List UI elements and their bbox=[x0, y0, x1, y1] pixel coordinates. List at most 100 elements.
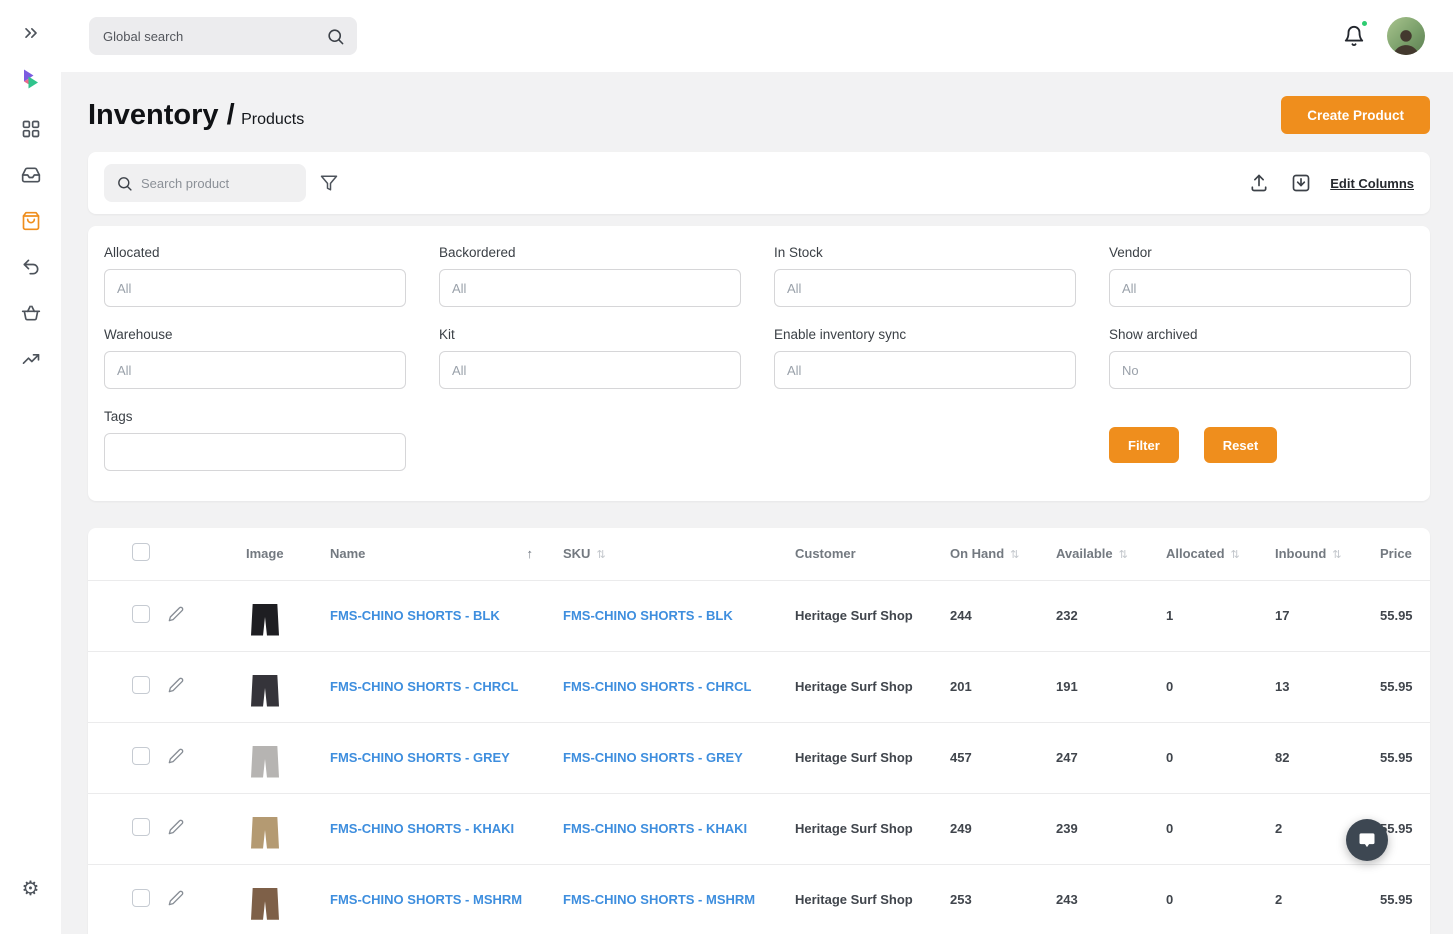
toolbar-actions: Edit Columns bbox=[1246, 170, 1414, 196]
column-header-on-hand[interactable]: On Hand⇅ bbox=[950, 528, 1056, 580]
product-sku-link[interactable]: FMS-CHINO SHORTS - MSHRM bbox=[563, 892, 755, 907]
product-name-link[interactable]: FMS-CHINO SHORTS - CHRCL bbox=[330, 679, 519, 694]
row-checkbox[interactable] bbox=[132, 889, 150, 907]
filter-panel: Allocated Backordered In Stock Vendor Wa… bbox=[88, 226, 1430, 501]
gear-icon: ⚙ bbox=[22, 879, 40, 899]
import-button[interactable] bbox=[1288, 170, 1314, 196]
filter-toggle-button[interactable] bbox=[320, 174, 338, 192]
pencil-icon bbox=[168, 748, 184, 764]
product-sku-link[interactable]: FMS-CHINO SHORTS - BLK bbox=[563, 608, 733, 623]
product-name-link[interactable]: FMS-CHINO SHORTS - GREY bbox=[330, 750, 510, 765]
pencil-icon bbox=[168, 890, 184, 906]
price-cell: 55.95 bbox=[1380, 793, 1430, 864]
products-table-card: Image Name↑ SKU⇅ Customer On Hand⇅ Avail… bbox=[88, 528, 1430, 934]
row-checkbox[interactable] bbox=[132, 605, 150, 623]
product-sku-link[interactable]: FMS-CHINO SHORTS - KHAKI bbox=[563, 821, 747, 836]
page-header: Inventory / Products Create Product bbox=[88, 96, 1430, 134]
row-checkbox[interactable] bbox=[132, 818, 150, 836]
column-header-sku[interactable]: SKU⇅ bbox=[563, 528, 795, 580]
kit-filter-input[interactable] bbox=[439, 351, 741, 389]
sidebar-item-inventory[interactable] bbox=[18, 208, 44, 234]
backordered-filter-input[interactable] bbox=[439, 269, 741, 307]
available-cell: 243 bbox=[1056, 864, 1166, 934]
price-cell: 55.95 bbox=[1380, 864, 1430, 934]
product-name-link[interactable]: FMS-CHINO SHORTS - BLK bbox=[330, 608, 500, 623]
sidebar-item-dashboard[interactable] bbox=[18, 116, 44, 142]
sidebar-expand-button[interactable] bbox=[18, 20, 44, 46]
row-checkbox[interactable] bbox=[132, 747, 150, 765]
table-row: FMS-CHINO SHORTS - MSHRM FMS-CHINO SHORT… bbox=[88, 864, 1430, 934]
sort-icon: ⇅ bbox=[1119, 549, 1128, 561]
column-header-available[interactable]: Available⇅ bbox=[1056, 528, 1166, 580]
product-sku-link[interactable]: FMS-CHINO SHORTS - GREY bbox=[563, 750, 743, 765]
create-product-button[interactable]: Create Product bbox=[1281, 96, 1430, 134]
page-subtitle: Products bbox=[241, 111, 304, 128]
on-hand-cell: 249 bbox=[950, 793, 1056, 864]
pencil-icon bbox=[168, 606, 184, 622]
column-header-customer: Customer bbox=[795, 528, 950, 580]
app-logo[interactable] bbox=[18, 66, 44, 92]
product-search[interactable] bbox=[104, 164, 306, 202]
column-header-allocated[interactable]: Allocated⇅ bbox=[1166, 528, 1275, 580]
product-name-link[interactable]: FMS-CHINO SHORTS - MSHRM bbox=[330, 892, 522, 907]
product-thumbnail bbox=[250, 809, 280, 849]
chat-bubble-icon bbox=[1357, 830, 1377, 850]
notifications-button[interactable] bbox=[1339, 21, 1369, 51]
column-header-name[interactable]: Name↑ bbox=[330, 528, 563, 580]
allocated-cell: 1 bbox=[1166, 580, 1275, 651]
download-box-icon bbox=[1291, 173, 1311, 193]
customer-cell: Heritage Surf Shop bbox=[795, 722, 950, 793]
filter-reset-button[interactable]: Reset bbox=[1204, 427, 1277, 463]
export-button[interactable] bbox=[1246, 170, 1272, 196]
filter-label: Enable inventory sync bbox=[774, 327, 1076, 342]
inventory-sync-filter-input[interactable] bbox=[774, 351, 1076, 389]
filter-label: Warehouse bbox=[104, 327, 406, 342]
sidebar-item-purchases[interactable] bbox=[18, 300, 44, 326]
allocated-cell: 0 bbox=[1166, 864, 1275, 934]
sidebar-item-returns[interactable] bbox=[18, 254, 44, 280]
product-thumbnail bbox=[250, 738, 280, 778]
product-search-input[interactable] bbox=[141, 176, 294, 191]
edit-product-button[interactable] bbox=[168, 890, 184, 906]
edit-product-button[interactable] bbox=[168, 748, 184, 764]
filter-field-backordered: Backordered bbox=[439, 245, 741, 307]
filter-label: Backordered bbox=[439, 245, 741, 260]
tags-filter-input[interactable] bbox=[104, 433, 406, 471]
in-stock-filter-input[interactable] bbox=[774, 269, 1076, 307]
product-thumbnail bbox=[250, 880, 280, 920]
product-sku-link[interactable]: FMS-CHINO SHORTS - CHRCL bbox=[563, 679, 752, 694]
chat-widget-button[interactable] bbox=[1346, 819, 1388, 861]
upload-icon bbox=[1249, 173, 1269, 193]
edit-product-button[interactable] bbox=[168, 606, 184, 622]
main-area: Inventory / Products Create Product bbox=[61, 0, 1453, 934]
show-archived-filter-input[interactable] bbox=[1109, 351, 1411, 389]
on-hand-cell: 244 bbox=[950, 580, 1056, 651]
column-header-inbound[interactable]: Inbound⇅ bbox=[1275, 528, 1380, 580]
user-avatar[interactable] bbox=[1387, 17, 1425, 55]
sidebar-item-reports[interactable] bbox=[18, 346, 44, 372]
filter-field-warehouse: Warehouse bbox=[104, 327, 406, 389]
sort-icon: ⇅ bbox=[1231, 549, 1240, 561]
on-hand-cell: 457 bbox=[950, 722, 1056, 793]
edit-columns-link[interactable]: Edit Columns bbox=[1330, 176, 1414, 191]
select-all-checkbox[interactable] bbox=[132, 543, 150, 561]
inbox-icon bbox=[21, 165, 41, 185]
funnel-icon bbox=[320, 174, 338, 192]
sidebar-item-settings[interactable]: ⚙ bbox=[18, 876, 44, 902]
warehouse-filter-input[interactable] bbox=[104, 351, 406, 389]
product-name-link[interactable]: FMS-CHINO SHORTS - KHAKI bbox=[330, 821, 514, 836]
trending-chart-icon bbox=[21, 349, 41, 369]
available-cell: 191 bbox=[1056, 651, 1166, 722]
global-search[interactable] bbox=[89, 17, 357, 55]
edit-product-button[interactable] bbox=[168, 677, 184, 693]
customer-cell: Heritage Surf Shop bbox=[795, 864, 950, 934]
chevrons-right-icon bbox=[21, 23, 41, 43]
vendor-filter-input[interactable] bbox=[1109, 269, 1411, 307]
edit-product-button[interactable] bbox=[168, 819, 184, 835]
filter-field-inventory-sync: Enable inventory sync bbox=[774, 327, 1076, 389]
allocated-filter-input[interactable] bbox=[104, 269, 406, 307]
row-checkbox[interactable] bbox=[132, 676, 150, 694]
global-search-input[interactable] bbox=[103, 29, 326, 44]
filter-apply-button[interactable]: Filter bbox=[1109, 427, 1179, 463]
sidebar-item-inbox[interactable] bbox=[18, 162, 44, 188]
